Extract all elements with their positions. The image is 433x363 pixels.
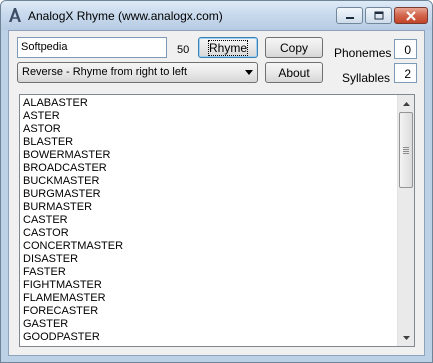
phonemes-label: Phonemes bbox=[334, 46, 392, 60]
phonemes-field[interactable]: 0 bbox=[394, 39, 417, 59]
mode-dropdown[interactable]: Reverse - Rhyme from right to left bbox=[17, 62, 258, 83]
minimize-icon bbox=[345, 16, 354, 19]
maximize-button[interactable] bbox=[365, 7, 392, 24]
maximize-icon bbox=[374, 11, 383, 20]
result-item[interactable]: DISASTER bbox=[22, 253, 396, 266]
scroll-up-button[interactable] bbox=[398, 95, 414, 112]
result-item[interactable]: FLAMEMASTER bbox=[22, 292, 396, 305]
result-item[interactable]: FIGHTMASTER bbox=[22, 279, 396, 292]
rhyme-count: 50 bbox=[177, 44, 190, 56]
title-bar[interactable]: AnalogX Rhyme (www.analogx.com) bbox=[1, 1, 432, 30]
syllables-value: 2 bbox=[404, 67, 411, 81]
result-item[interactable]: GOODPASTER bbox=[22, 331, 396, 344]
client-area: Softpedia 50 Rhyme Copy Reverse - Rhyme … bbox=[8, 30, 425, 356]
app-window: AnalogX Rhyme (www.analogx.com) Softpedi… bbox=[0, 0, 433, 363]
result-item[interactable]: FASTER bbox=[22, 266, 396, 279]
scroll-grip-line bbox=[403, 147, 409, 148]
close-icon bbox=[406, 10, 416, 21]
word-input[interactable]: Softpedia bbox=[17, 37, 167, 58]
rhyme-results-items: ALABASTER ASTER ASTOR BLASTER BOWERMASTER BRO… bbox=[22, 97, 396, 344]
scroll-down-arrow-icon bbox=[402, 335, 410, 340]
chevron-down-icon bbox=[245, 70, 253, 75]
scroll-down-button[interactable] bbox=[398, 329, 414, 346]
result-item[interactable]: ALABASTER bbox=[22, 97, 396, 110]
about-button-label: About bbox=[278, 65, 310, 80]
analogx-app-icon bbox=[7, 7, 23, 23]
result-item[interactable]: BUCKMASTER bbox=[22, 175, 396, 188]
scroll-grip-line bbox=[403, 151, 409, 152]
phonemes-value: 0 bbox=[404, 43, 411, 57]
result-item[interactable]: CONCERTMASTER bbox=[22, 240, 396, 253]
result-item[interactable]: ASTER bbox=[22, 110, 396, 123]
rhyme-button-label: Rhyme bbox=[207, 39, 249, 56]
result-item[interactable]: BURMASTER bbox=[22, 201, 396, 214]
close-button[interactable] bbox=[394, 7, 428, 24]
scroll-grip-line bbox=[403, 153, 409, 154]
result-item[interactable]: BURGMASTER bbox=[22, 188, 396, 201]
result-item[interactable]: BLASTER bbox=[22, 136, 396, 149]
result-item[interactable]: GASTER bbox=[22, 318, 396, 331]
result-item[interactable]: CASTOR bbox=[22, 227, 396, 240]
mode-dropdown-value: Reverse - Rhyme from right to left bbox=[22, 66, 188, 78]
result-item[interactable]: CASTER bbox=[22, 214, 396, 227]
word-input-value: Softpedia bbox=[21, 41, 68, 53]
vertical-scrollbar[interactable] bbox=[397, 95, 414, 346]
rhyme-results-list[interactable]: ALABASTER ASTER ASTOR BLASTER BOWERMASTER BRO… bbox=[19, 94, 415, 347]
rhyme-button[interactable]: Rhyme bbox=[198, 37, 258, 58]
syllables-field[interactable]: 2 bbox=[394, 63, 417, 83]
scroll-thumb[interactable] bbox=[399, 112, 413, 188]
minimize-button[interactable] bbox=[336, 7, 363, 24]
result-item[interactable]: FORECASTER bbox=[22, 305, 396, 318]
copy-button-label: Copy bbox=[279, 40, 308, 55]
result-item[interactable]: BROADCASTER bbox=[22, 162, 396, 175]
result-item[interactable]: BOWERMASTER bbox=[22, 149, 396, 162]
scroll-grip-line bbox=[403, 149, 409, 150]
scroll-up-arrow-icon bbox=[402, 101, 410, 106]
syllables-label: Syllables bbox=[342, 71, 391, 85]
copy-button[interactable]: Copy bbox=[265, 37, 323, 58]
about-button[interactable]: About bbox=[265, 62, 323, 83]
result-item[interactable]: ASTOR bbox=[22, 123, 396, 136]
window-title: AnalogX Rhyme (www.analogx.com) bbox=[28, 9, 223, 23]
